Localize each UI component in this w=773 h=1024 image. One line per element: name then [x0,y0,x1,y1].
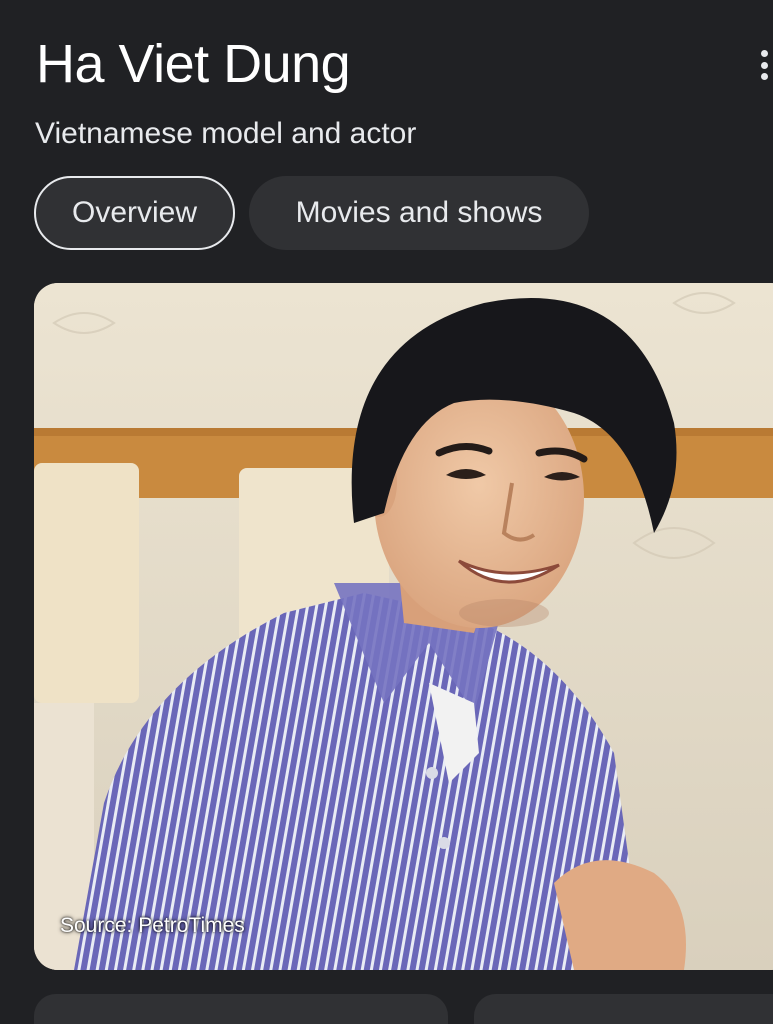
portrait-image [34,283,773,970]
tab-overview-label: Overview [71,196,198,229]
more-options-dot [761,73,768,80]
more-options-dot [761,50,768,57]
tab-overview[interactable]: Overview [34,176,235,250]
info-card[interactable] [34,994,448,1024]
image-source-label: Source: PetroTimes [60,914,245,937]
info-card[interactable] [474,994,773,1024]
entity-photo[interactable]: Source: PetroTimes [34,283,773,970]
entity-subtitle: Vietnamese model and actor [35,117,417,150]
tab-movies-and-shows[interactable]: Movies and shows [249,176,589,250]
tab-movies-and-shows-label: Movies and shows [295,196,543,229]
knowledge-panel: Ha Viet Dung Vietnamese model and actor … [0,0,773,1024]
more-options-icon[interactable] [761,50,773,80]
more-options-dot [761,61,768,69]
entity-title: Ha Viet Dung [36,34,351,94]
